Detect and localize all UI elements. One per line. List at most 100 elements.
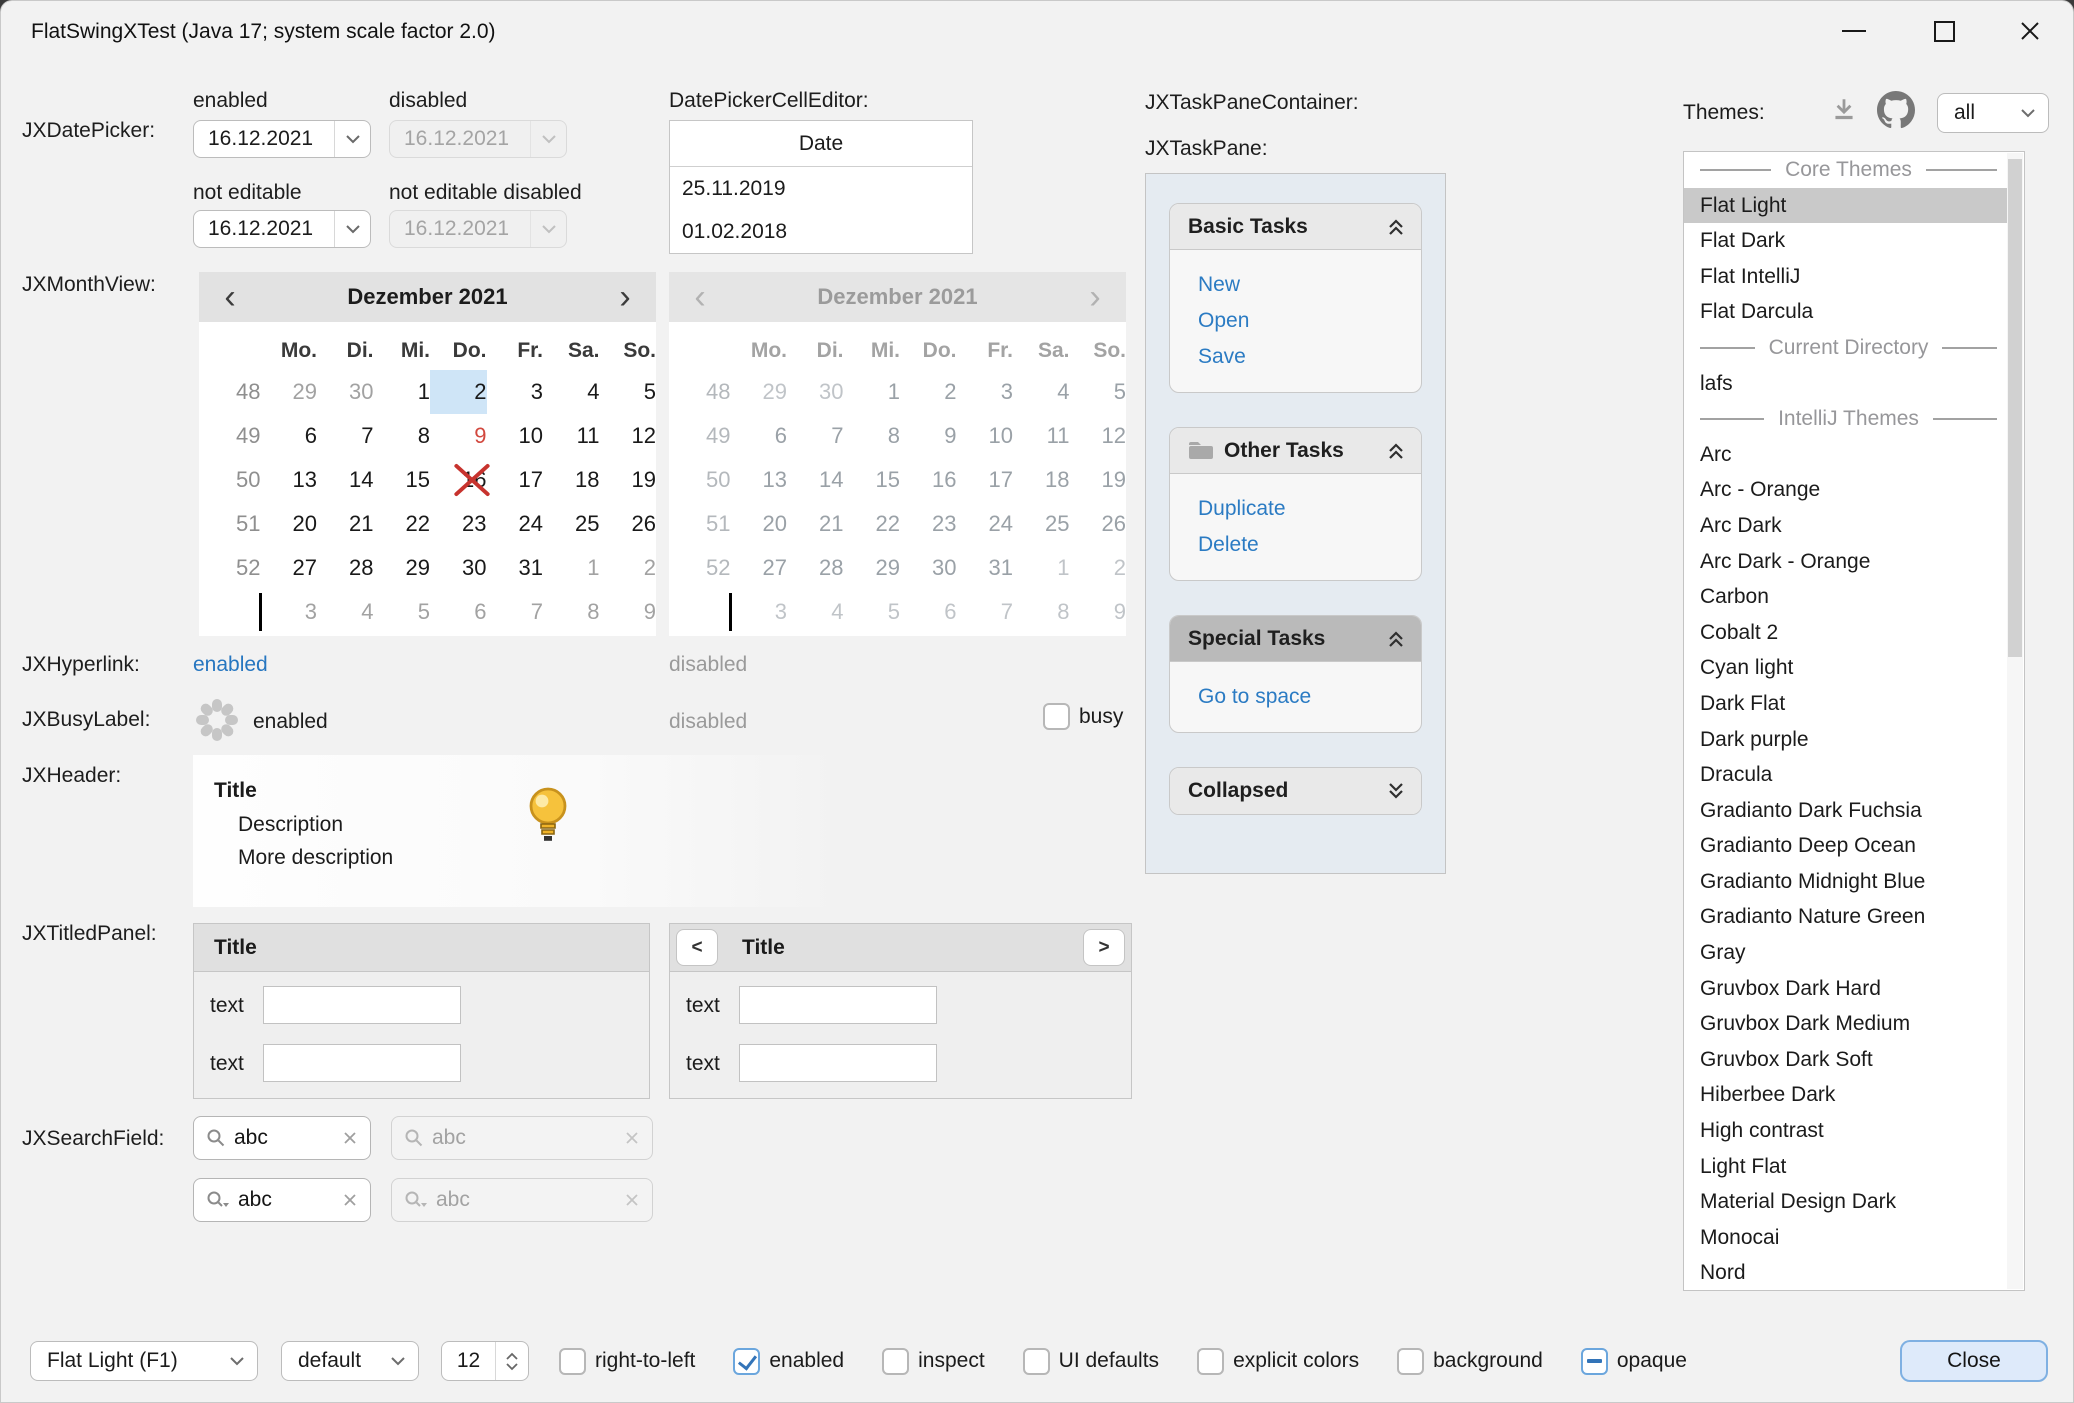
day-cell[interactable]: 3 (261, 590, 318, 634)
next-month-button[interactable]: › (610, 282, 640, 312)
day-cell[interactable]: 9 (430, 414, 487, 458)
checkbox-box[interactable] (1581, 1348, 1608, 1375)
theme-item[interactable]: High contrast (1684, 1113, 2007, 1149)
day-cell[interactable]: 21 (317, 502, 374, 546)
titledpanel-prev-button[interactable]: < (676, 929, 718, 966)
day-cell[interactable]: 20 (261, 502, 318, 546)
day-cell[interactable]: 12 (600, 414, 657, 458)
theme-item[interactable]: Monocai (1684, 1220, 2007, 1256)
theme-item[interactable]: lafs (1684, 366, 2007, 402)
searchfield-dropdown-enabled[interactable] (193, 1178, 371, 1222)
text-input[interactable] (263, 986, 461, 1024)
datepicker-dropdown-button[interactable] (334, 211, 370, 247)
minimize-button[interactable] (1831, 11, 1877, 51)
day-cell[interactable]: 31 (487, 546, 544, 590)
checkbox-box[interactable] (882, 1348, 909, 1375)
checkbox-box[interactable] (559, 1348, 586, 1375)
day-cell[interactable]: 23 (430, 502, 487, 546)
collapse-chevron-icon[interactable] (1385, 630, 1407, 648)
theme-item[interactable]: Gray (1684, 935, 2007, 971)
taskpane-link[interactable]: Delete (1198, 527, 1421, 563)
day-cell[interactable]: 30 (317, 370, 374, 414)
download-icon[interactable] (1829, 95, 1859, 130)
day-cell[interactable]: 27 (261, 546, 318, 590)
day-cell[interactable]: 24 (487, 502, 544, 546)
theme-item[interactable]: Flat Dark (1684, 223, 2007, 259)
day-cell[interactable]: 29 (261, 370, 318, 414)
day-cell[interactable]: 6 (430, 590, 487, 634)
taskpane-link[interactable]: New (1198, 267, 1421, 303)
day-cell[interactable]: 7 (317, 414, 374, 458)
clear-search-button[interactable] (342, 1192, 358, 1208)
taskpane-link[interactable]: Go to space (1198, 679, 1421, 715)
option-checkbox[interactable]: background (1397, 1348, 1543, 1375)
theme-item[interactable]: Material Design Dark (1684, 1184, 2007, 1220)
day-cell[interactable]: 8 (543, 590, 600, 634)
day-cell[interactable]: 6 (261, 414, 318, 458)
clear-search-button[interactable] (342, 1130, 358, 1146)
day-cell[interactable]: 26 (600, 502, 657, 546)
theme-item[interactable]: Flat IntelliJ (1684, 259, 2007, 295)
checkbox-box[interactable] (733, 1348, 760, 1375)
datepicker-not-editable[interactable]: 16.12.2021 (193, 210, 371, 248)
day-cell[interactable]: 2 (600, 546, 657, 590)
day-cell[interactable]: 19 (600, 458, 657, 502)
theme-item[interactable]: Arc Dark - Orange (1684, 544, 2007, 580)
table-row[interactable]: 01.02.2018 (670, 210, 972, 253)
theme-item[interactable]: Gruvbox Dark Medium (1684, 1006, 2007, 1042)
theme-item[interactable]: Arc (1684, 437, 2007, 473)
expand-chevron-icon[interactable] (1385, 782, 1407, 800)
checkbox-box[interactable] (1397, 1348, 1424, 1375)
checkbox-box[interactable] (1023, 1348, 1050, 1375)
checkbox-box[interactable] (1043, 703, 1070, 730)
theme-item[interactable]: Dark Flat (1684, 686, 2007, 722)
hyperlink-enabled[interactable]: enabled (193, 653, 268, 677)
search-input[interactable] (238, 1188, 334, 1212)
font-size-spinner[interactable]: 12 (441, 1341, 529, 1381)
theme-item[interactable]: Carbon (1684, 579, 2007, 615)
day-cell[interactable]: 9 (600, 590, 657, 634)
theme-item[interactable]: Flat Darcula (1684, 294, 2007, 330)
theme-item[interactable]: Gradianto Nature Green (1684, 899, 2007, 935)
day-cell[interactable]: 8 (374, 414, 431, 458)
day-cell[interactable]: 16 (430, 458, 487, 502)
taskpane-header[interactable]: Other Tasks (1170, 428, 1421, 474)
option-checkbox[interactable]: right-to-left (559, 1348, 695, 1375)
theme-item[interactable]: Gradianto Dark Fuchsia (1684, 793, 2007, 829)
themes-filter-combo[interactable]: all (1937, 93, 2049, 133)
theme-item[interactable]: Flat Light (1684, 188, 2007, 224)
day-cell[interactable]: 30 (430, 546, 487, 590)
theme-item[interactable]: Cyan light (1684, 650, 2007, 686)
day-cell[interactable]: 15 (374, 458, 431, 502)
theme-item[interactable]: Hiberbee Dark (1684, 1077, 2007, 1113)
option-checkbox[interactable]: UI defaults (1023, 1348, 1159, 1375)
text-input[interactable] (739, 1044, 937, 1082)
theme-item[interactable]: Gruvbox Dark Soft (1684, 1042, 2007, 1078)
day-cell[interactable]: 7 (487, 590, 544, 634)
titledpanel-next-button[interactable]: > (1083, 929, 1125, 966)
close-button[interactable]: Close (1900, 1340, 2048, 1382)
scrollbar[interactable] (2007, 153, 2023, 1289)
day-cell[interactable]: 1 (374, 370, 431, 414)
day-cell[interactable]: 29 (374, 546, 431, 590)
searchfield-enabled[interactable] (193, 1116, 371, 1160)
maximize-button[interactable] (1921, 11, 1967, 51)
search-input[interactable] (234, 1126, 334, 1150)
theme-item[interactable]: Dracula (1684, 757, 2007, 793)
checkbox-box[interactable] (1197, 1348, 1224, 1375)
theme-item[interactable]: Arc Dark (1684, 508, 2007, 544)
theme-item[interactable]: Nord (1684, 1255, 2007, 1291)
taskpane-link[interactable]: Open (1198, 303, 1421, 339)
theme-item[interactable]: IntelliJ Themes (1684, 401, 2007, 437)
collapse-chevron-icon[interactable] (1385, 442, 1407, 460)
option-checkbox[interactable]: explicit colors (1197, 1348, 1359, 1375)
table-row[interactable]: 25.11.2019 (670, 167, 972, 210)
prev-month-button[interactable]: ‹ (215, 282, 245, 312)
day-cell[interactable]: 4 (543, 370, 600, 414)
theme-item[interactable]: Arc - Orange (1684, 472, 2007, 508)
day-cell[interactable]: 1 (543, 546, 600, 590)
spinner-buttons[interactable] (496, 1342, 528, 1380)
theme-item[interactable]: Light Flat (1684, 1149, 2007, 1185)
text-input[interactable] (263, 1044, 461, 1082)
taskpane-link[interactable]: Save (1198, 339, 1421, 375)
